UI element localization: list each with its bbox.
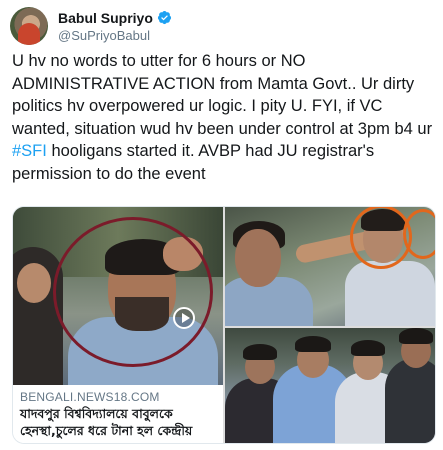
card-domain: BENGALI.NEWS18.COM bbox=[20, 390, 160, 404]
photo-bottom-right[interactable] bbox=[225, 328, 435, 443]
user-handle[interactable]: @SuPriyoBabul bbox=[58, 27, 172, 44]
photo-top-right[interactable] bbox=[225, 207, 435, 326]
tweet-text-after: hooligans started it. AVBP had JU regist… bbox=[12, 142, 375, 183]
name-row: Babul Supriyo bbox=[58, 9, 172, 27]
card-meta[interactable]: BENGALI.NEWS18.COM যাদবপুর বিশ্ববিদ্যালয… bbox=[13, 385, 223, 443]
media-grid: BENGALI.NEWS18.COM যাদবপুর বিশ্ববিদ্যালয… bbox=[12, 206, 436, 444]
highlight-circle bbox=[403, 209, 435, 259]
tweet-header: Babul Supriyo @SuPriyoBabul bbox=[10, 6, 172, 46]
user-names: Babul Supriyo @SuPriyoBabul bbox=[58, 9, 172, 44]
tweet-text-before: U hv no words to utter for 6 hours or NO… bbox=[12, 52, 433, 138]
tweet: Babul Supriyo @SuPriyoBabul U hv no word… bbox=[0, 0, 443, 450]
card-headline-line2: হেনস্থা,চুলের ধরে টানা হল কেন্দ্রীয় bbox=[20, 423, 193, 438]
hashtag-link[interactable]: #SFI bbox=[12, 142, 47, 160]
card-thumbnail[interactable] bbox=[13, 207, 223, 385]
highlight-circle bbox=[53, 217, 213, 367]
avatar-figure bbox=[18, 23, 40, 45]
card-headline-line1: যাদবপুর বিশ্ববিদ্যালয়ে বাবুলকে bbox=[20, 406, 173, 421]
tweet-text: U hv no words to utter for 6 hours or NO… bbox=[12, 50, 436, 185]
play-icon[interactable] bbox=[173, 307, 195, 329]
display-name[interactable]: Babul Supriyo bbox=[58, 10, 153, 26]
verified-badge-icon bbox=[157, 10, 171, 25]
profile-avatar[interactable] bbox=[10, 7, 48, 45]
link-card[interactable]: BENGALI.NEWS18.COM যাদবপুর বিশ্ববিদ্যালয… bbox=[13, 207, 223, 443]
